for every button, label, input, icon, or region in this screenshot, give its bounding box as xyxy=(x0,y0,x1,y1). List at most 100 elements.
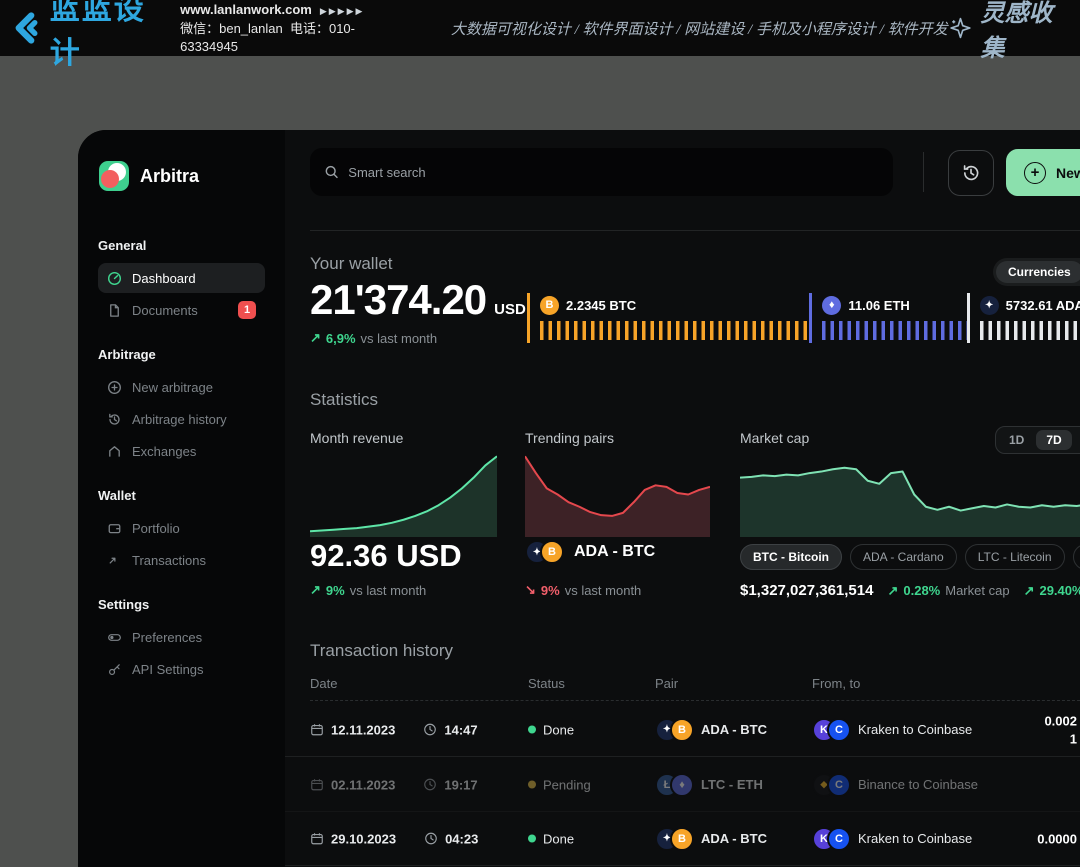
app-logo[interactable]: Arbitra xyxy=(98,160,265,192)
holding-ada[interactable]: ✦5732.61 ADA xyxy=(967,293,1080,343)
toggle-option-currencies[interactable]: Currencies xyxy=(996,261,1080,283)
sidebar-item-dashboard[interactable]: Dashboard xyxy=(98,263,265,293)
btc-ticks xyxy=(540,321,809,340)
coin-pills: BTC - Bitcoin ADA - Cardano LTC - Liteco… xyxy=(740,544,1080,570)
pill-eth-ethereum[interactable]: ETH - Ethereum xyxy=(1073,544,1080,570)
arrow-up-icon: ↗ xyxy=(887,583,898,599)
table-row[interactable]: 29.10.2023 04:23 Done ✦B ADA - BTC KC Kr… xyxy=(285,812,1080,866)
search-input[interactable] xyxy=(348,165,879,180)
status-dot-done xyxy=(528,726,536,734)
sidebar-item-transactions[interactable]: Transactions xyxy=(98,545,265,575)
table-header: Date Status Pair From, to xyxy=(285,676,1080,696)
pill-ltc-litecoin[interactable]: LTC - Litecoin xyxy=(965,544,1065,570)
coinbase-icon: C xyxy=(827,718,851,742)
table-row[interactable]: 12.11.2023 14:47 Done ✦B ADA - BTC KC Kr… xyxy=(285,703,1080,757)
banner-website-link[interactable]: www.lanlanwork.com xyxy=(180,2,312,17)
clock-icon xyxy=(424,832,438,846)
toggle-icon xyxy=(107,630,122,645)
dashboard-window: Arbitra General Dashboard Documents 1 Ar… xyxy=(78,130,1080,867)
topbar-divider xyxy=(923,152,924,192)
document-icon xyxy=(107,303,122,318)
col-status: Status xyxy=(528,676,565,691)
holding-eth[interactable]: ♦11.06 ETH xyxy=(809,293,966,343)
row-amounts: 0.0000 xyxy=(1037,831,1077,846)
currencies-exchanges-toggle: Currencies Exchanges xyxy=(993,258,1080,286)
sidebar-item-new-arbitrage[interactable]: New arbitrage xyxy=(98,372,265,402)
range-1d[interactable]: 1D xyxy=(999,430,1034,450)
ada-coin-icon: ✦ xyxy=(980,296,999,315)
nav-group-label: Arbitrage xyxy=(98,347,265,362)
calendar-icon xyxy=(310,832,324,846)
plus-circle-icon xyxy=(107,380,122,395)
sidebar-item-documents[interactable]: Documents 1 xyxy=(98,295,265,325)
coinbase-icon: C xyxy=(827,773,851,797)
sidebar-item-portfolio[interactable]: Portfolio xyxy=(98,513,265,543)
trending-pairs-change: ↘ 9% vs last month xyxy=(525,582,641,598)
history-button[interactable] xyxy=(948,150,994,196)
eth-coin-icon: ♦ xyxy=(670,773,694,797)
banner-services: 大数据可视化设计 / 软件界面设计 / 网站建设 / 手机及小程序设计 / 软件… xyxy=(451,18,948,39)
search-bar[interactable] xyxy=(310,148,893,196)
gauge-icon xyxy=(107,271,122,286)
pill-btc-bitcoin[interactable]: BTC - Bitcoin xyxy=(740,544,842,570)
sidebar: Arbitra General Dashboard Documents 1 Ar… xyxy=(78,130,285,867)
transactions-section-title: Transaction history xyxy=(310,641,453,661)
lanlan-logo-icon xyxy=(8,8,44,48)
documents-badge: 1 xyxy=(238,301,256,319)
sidebar-item-api-settings[interactable]: API Settings xyxy=(98,654,265,684)
balance-currency: USD xyxy=(494,301,526,318)
table-row[interactable]: 02.11.2023 19:17 Pending Ł♦ LTC - ETH ◆C… xyxy=(285,758,1080,812)
btc-coin-icon: B xyxy=(670,827,694,851)
wallet-icon xyxy=(107,521,122,536)
trending-pairs-title: Trending pairs xyxy=(525,430,614,446)
holding-btc[interactable]: B2.2345 BTC xyxy=(527,293,809,343)
calendar-icon xyxy=(310,778,324,792)
nav-group-label: Settings xyxy=(98,597,265,612)
pill-ada-cardano[interactable]: ADA - Cardano xyxy=(850,544,957,570)
month-revenue-chart xyxy=(310,452,497,537)
row-amounts: 0.0021 xyxy=(1044,713,1077,746)
range-1m[interactable]: 1M xyxy=(1074,430,1080,450)
btc-coin-icon: B xyxy=(540,540,564,564)
arrow-up-icon: ↗ xyxy=(310,582,321,598)
main-content: + New arbitrage Your wallet Currencies E… xyxy=(285,130,1080,867)
banner-brand[interactable]: 蓝蓝设计 xyxy=(0,0,164,72)
banner-brand-name: 蓝蓝设计 xyxy=(50,0,164,72)
coinbase-icon: C xyxy=(827,827,851,851)
arrow-up-icon: ↗ xyxy=(1024,583,1035,599)
range-selector: 1D 7D 1M xyxy=(995,426,1080,454)
transfer-arrows-icon xyxy=(107,553,122,568)
new-arbitrage-button[interactable]: + New arbitrage xyxy=(1006,149,1080,196)
arbitra-logo-icon xyxy=(98,160,130,192)
balance-value: 21'374.20 xyxy=(310,276,486,324)
market-cap-title: Market cap xyxy=(740,430,809,446)
month-revenue-change: ↗ 9% vs last month xyxy=(310,582,426,598)
arrow-up-icon: ↗ xyxy=(310,330,321,346)
search-icon xyxy=(324,164,339,180)
statistics-section-title: Statistics xyxy=(310,390,378,410)
banner-contact: www.lanlanwork.com▶▶▶▶▶ 微信：ben_lanlan 电话… xyxy=(180,1,389,56)
wallet-change: ↗ 6,9% vs last month xyxy=(310,330,437,346)
btc-coin-icon: B xyxy=(670,718,694,742)
status-label: Pending xyxy=(543,777,591,792)
clock-icon xyxy=(423,778,437,792)
sidebar-item-preferences[interactable]: Preferences xyxy=(98,622,265,652)
clock-history-icon xyxy=(960,162,982,184)
eth-ticks xyxy=(822,321,966,340)
banner-collect-link[interactable]: 灵感收集 xyxy=(948,0,1066,63)
status-label: Done xyxy=(543,722,574,737)
section-divider xyxy=(310,230,1080,231)
month-revenue-title: Month revenue xyxy=(310,430,403,446)
wallet-section-title: Your wallet xyxy=(310,254,393,274)
col-date: Date xyxy=(310,676,337,691)
range-7d[interactable]: 7D xyxy=(1036,430,1071,450)
key-icon xyxy=(107,662,122,677)
col-pair: Pair xyxy=(655,676,678,691)
nav-group-label: General xyxy=(98,238,265,253)
status-dot-done xyxy=(528,835,536,843)
sidebar-item-arbitrage-history[interactable]: Arbitrage history xyxy=(98,404,265,434)
exchange-building-icon xyxy=(107,444,122,459)
banner-wechat: 微信：ben_lanlan xyxy=(180,21,283,36)
wallet-balance: 21'374.20 USD xyxy=(310,276,526,324)
sidebar-item-exchanges[interactable]: Exchanges xyxy=(98,436,265,466)
